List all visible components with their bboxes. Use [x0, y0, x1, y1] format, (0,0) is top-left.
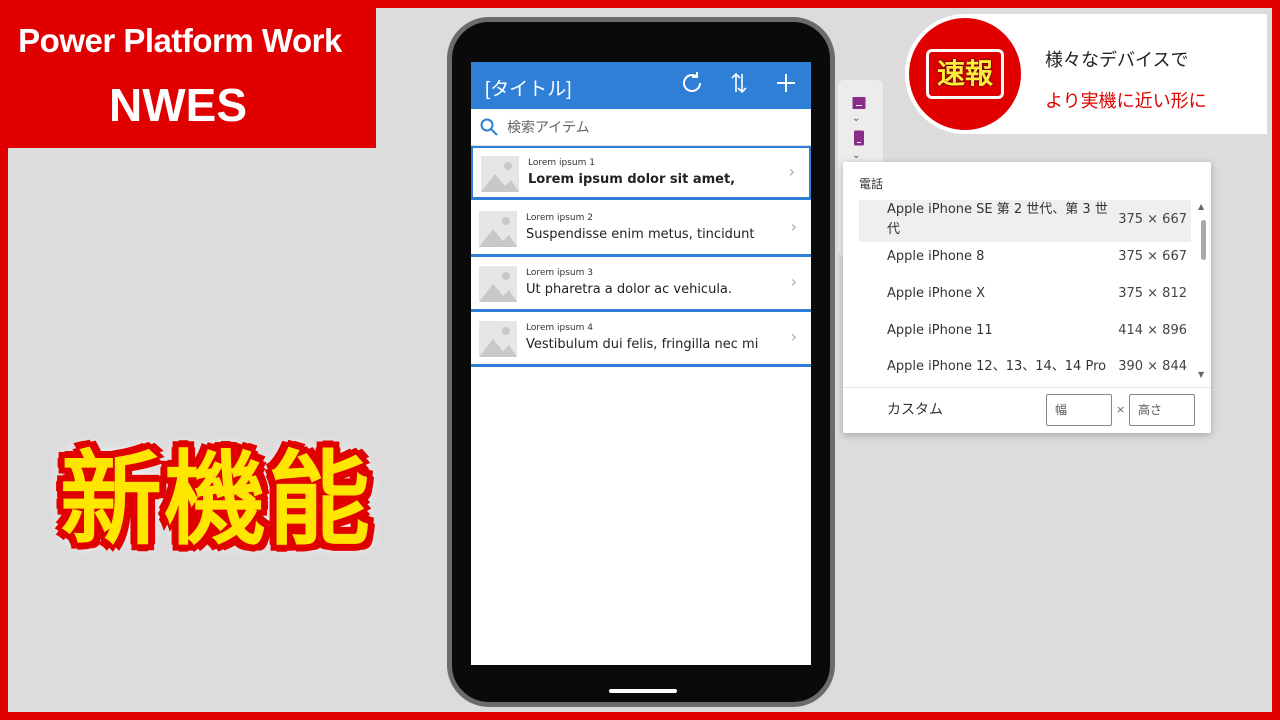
tablet-icon[interactable]	[852, 95, 866, 111]
chevron-right-icon: ›	[790, 217, 797, 236]
item-subtitle: Lorem ipsum 2	[526, 213, 593, 223]
list-item[interactable]: Lorem ipsum 2 Suspendisse enim metus, ti…	[471, 203, 811, 257]
list-item[interactable]: Lorem ipsum 4 Vestibulum dui felis, frin…	[471, 313, 811, 367]
search-icon	[480, 118, 498, 136]
app-header: [タイトル]	[471, 62, 811, 109]
device-dropdown: 電話 Apple iPhone SE 第 2 世代、第 3 世代 375 × 6…	[843, 162, 1211, 433]
list-item[interactable]: Lorem ipsum 1 Lorem ipsum dolor sit amet…	[471, 146, 811, 200]
chevron-down-icon[interactable]: ⌄	[852, 150, 860, 161]
news-badge-label: 速報	[926, 49, 1004, 99]
scrollbar[interactable]: ▲ ▼	[1198, 202, 1208, 384]
height-input[interactable]	[1129, 394, 1195, 426]
device-name: Apple iPhone X	[887, 286, 986, 301]
headline: 新機能	[60, 441, 372, 560]
image-placeholder-icon	[479, 321, 517, 357]
device-option[interactable]: Apple iPhone 8 375 × 667	[859, 247, 1191, 269]
news-badge: 速報	[905, 14, 1025, 134]
sort-icon[interactable]	[724, 70, 754, 100]
custom-size-label: カスタム	[887, 402, 943, 418]
item-subtitle: Lorem ipsum 4	[526, 323, 593, 333]
home-indicator	[609, 689, 677, 693]
device-size: 414 × 896	[1118, 323, 1187, 338]
search-input[interactable]	[507, 117, 797, 139]
item-subtitle: Lorem ipsum 1	[528, 158, 595, 168]
width-input[interactable]	[1046, 394, 1112, 426]
device-size: 375 × 667	[1118, 212, 1187, 227]
divider	[843, 387, 1211, 388]
scroll-thumb[interactable]	[1201, 220, 1206, 260]
brand-title: Power Platform Work	[18, 22, 342, 59]
device-option[interactable]: Apple iPhone SE 第 2 世代、第 3 世代 375 × 667	[859, 200, 1191, 242]
device-name: Apple iPhone SE 第 2 世代、第 3 世代	[887, 202, 1108, 237]
refresh-icon[interactable]	[677, 70, 707, 100]
phone-frame: [タイトル] Lorem ipsum 1 Lorem ipsum dolor s…	[447, 17, 835, 707]
item-title: Suspendisse enim metus, tincidunt	[526, 227, 755, 242]
device-size: 375 × 667	[1118, 249, 1187, 264]
chevron-right-icon: ›	[788, 162, 795, 181]
add-icon[interactable]	[771, 70, 801, 100]
device-size: 375 × 812	[1118, 286, 1187, 301]
device-option[interactable]: Apple iPhone 11 414 × 896	[859, 321, 1191, 343]
news-text-line1: 様々なデバイスで	[1045, 50, 1189, 71]
chevron-down-icon[interactable]: ⌄	[852, 113, 860, 124]
item-title: Vestibulum dui felis, fringilla nec mi	[526, 337, 759, 352]
section-header: 電話	[859, 177, 884, 191]
search-bar	[471, 109, 811, 146]
list-item[interactable]: Lorem ipsum 3 Ut pharetra a dolor ac veh…	[471, 258, 811, 312]
dimension-separator: ×	[1116, 403, 1126, 416]
app-screen: [タイトル] Lorem ipsum 1 Lorem ipsum dolor s…	[471, 62, 811, 665]
device-option[interactable]: Apple iPhone X 375 × 812	[859, 284, 1191, 306]
item-subtitle: Lorem ipsum 3	[526, 268, 593, 278]
item-title: Lorem ipsum dolor sit amet,	[528, 172, 736, 187]
brand-subtitle: NWES	[109, 79, 247, 131]
device-name: Apple iPhone 8	[887, 249, 985, 264]
image-placeholder-icon	[481, 156, 519, 192]
device-size: 390 × 844	[1118, 359, 1187, 374]
app-title: [タイトル]	[485, 79, 572, 100]
scroll-up-icon[interactable]: ▲	[1198, 202, 1204, 211]
scroll-down-icon[interactable]: ▼	[1198, 370, 1204, 379]
chevron-right-icon: ›	[790, 272, 797, 291]
item-title: Ut pharetra a dolor ac vehicula.	[526, 282, 733, 297]
image-placeholder-icon	[479, 211, 517, 247]
device-option[interactable]: Apple iPhone 12、13、14、14 Pro 390 × 844	[859, 357, 1191, 379]
chevron-right-icon: ›	[790, 327, 797, 346]
news-card: 速報 様々なデバイスで より実機に近い形に	[905, 14, 1267, 134]
phone-icon[interactable]	[852, 130, 866, 146]
news-text-line2: より実機に近い形に	[1045, 91, 1207, 112]
device-name: Apple iPhone 12、13、14、14 Pro	[887, 359, 1107, 374]
image-placeholder-icon	[479, 266, 517, 302]
brand-banner: Power Platform Work NWES	[0, 0, 376, 148]
device-name: Apple iPhone 11	[887, 323, 993, 338]
